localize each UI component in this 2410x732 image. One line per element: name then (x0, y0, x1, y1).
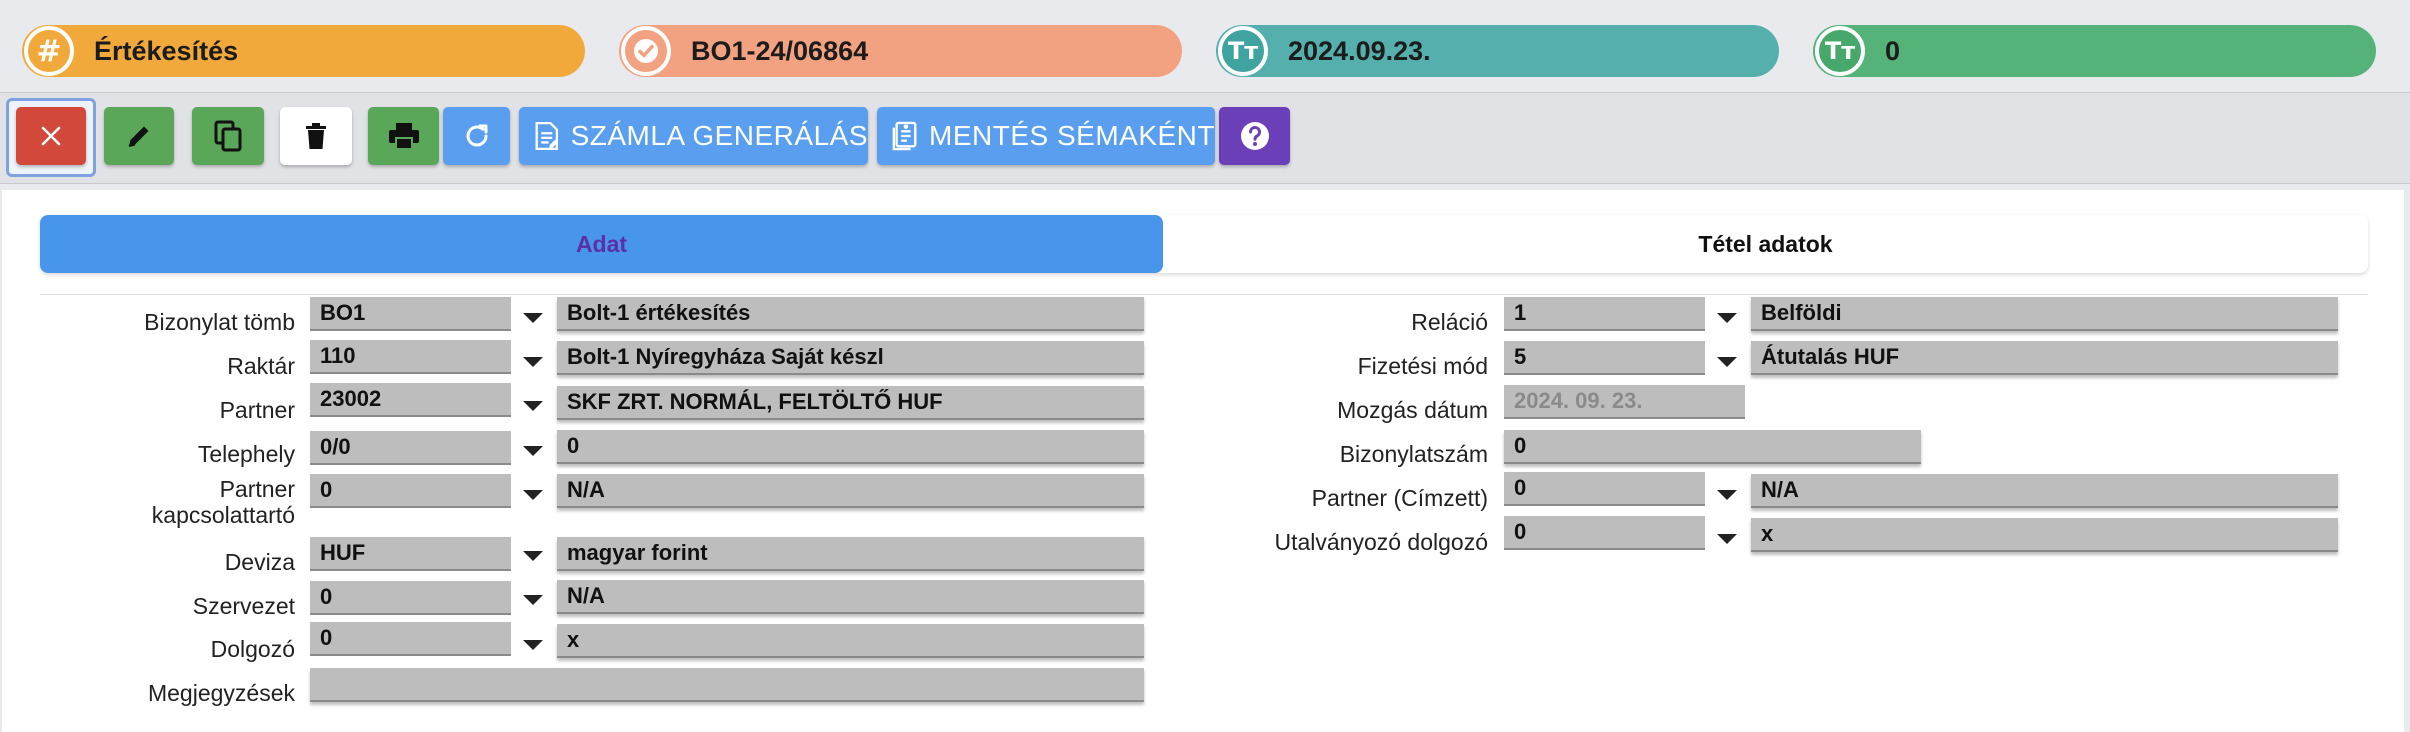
document-block-name: Bolt-1 értékesítés (557, 297, 1144, 331)
invoice-icon (535, 121, 559, 151)
date-value: 2024.09.23. (1288, 36, 1431, 66)
organization-name: N/A (557, 580, 1144, 614)
site-code[interactable]: 0/0 (310, 431, 511, 465)
label-currency: Deviza (224, 549, 295, 575)
close-icon (41, 126, 61, 146)
employee-name: x (557, 624, 1144, 658)
chevron-down-icon[interactable] (511, 345, 555, 379)
partner-recipient-code[interactable]: 0 (1504, 472, 1705, 506)
label-document-block: Bizonylat tömb (144, 309, 295, 335)
help-button[interactable] (1219, 107, 1290, 165)
type-value: Értékesítés (94, 36, 239, 66)
organization-code[interactable]: 0 (310, 581, 511, 615)
partner-contact-code[interactable]: 0 (310, 474, 511, 508)
toolbar: SZÁMLA GENERÁLÁS MENTÉS SÉMAKÉNT (0, 92, 2410, 184)
authorizing-employee-name: x (1751, 518, 2338, 552)
currency-code[interactable]: HUF (310, 537, 511, 571)
tab-data[interactable]: Adat (40, 215, 1163, 273)
help-icon (1240, 122, 1269, 150)
label-document-number: Bizonylatszám (1339, 441, 1488, 467)
save-as-template-label: MENTÉS SÉMAKÉNT (929, 120, 1215, 151)
text-icon: Tт (1815, 26, 1865, 76)
count-pill: Tт 0 (1813, 25, 2376, 77)
count-value: 0 (1885, 36, 1901, 66)
refresh-icon (466, 124, 487, 147)
chevron-down-icon[interactable] (511, 301, 555, 335)
check-badge-icon (621, 26, 671, 76)
partner-contact-name: N/A (557, 474, 1144, 508)
tab-bar: Adat Tétel adatok (40, 215, 2368, 273)
currency-name: magyar forint (557, 537, 1144, 571)
relation-name: Belföldi (1751, 297, 2338, 331)
refresh-button[interactable] (443, 107, 510, 165)
label-partner: Partner (219, 397, 295, 423)
partner-name: SKF ZRT. NORMÁL, FELTÖLTŐ HUF (557, 386, 1144, 420)
chevron-down-icon[interactable] (1705, 478, 1749, 512)
printer-icon (388, 123, 419, 150)
label-employee: Dolgozó (210, 636, 295, 662)
chevron-down-icon[interactable] (1705, 301, 1749, 335)
employee-code[interactable]: 0 (310, 622, 511, 656)
date-pill: Tт 2024.09.23. (1216, 25, 1779, 77)
document-pill: BO1-24/06864 (619, 25, 1182, 77)
copy-button[interactable] (192, 107, 264, 165)
site-name: 0 (557, 430, 1144, 464)
type-pill: # Értékesítés (22, 25, 585, 77)
divider (40, 294, 2368, 295)
warehouse-name: Bolt-1 Nyíregyháza Saját készl (557, 341, 1144, 375)
chevron-down-icon[interactable] (511, 583, 555, 617)
partner-code[interactable]: 23002 (310, 383, 511, 417)
warehouse-code[interactable]: 110 (310, 340, 511, 374)
label-organization: Szervezet (192, 593, 295, 619)
label-authorizing-employee: Utalványozó dolgozó (1274, 529, 1488, 555)
chevron-down-icon[interactable] (1705, 522, 1749, 556)
relation-code[interactable]: 1 (1504, 297, 1705, 331)
save-as-template-button[interactable]: MENTÉS SÉMAKÉNT (877, 107, 1215, 165)
chevron-down-icon[interactable] (511, 434, 555, 468)
chevron-down-icon[interactable] (1705, 345, 1749, 379)
partner-recipient-name: N/A (1751, 474, 2338, 508)
label-partner-recipient: Partner (Címzett) (1311, 485, 1488, 511)
label-site: Telephely (197, 441, 295, 467)
edit-button[interactable] (104, 107, 174, 165)
document-block-code[interactable]: BO1 (310, 297, 511, 331)
chevron-down-icon[interactable] (511, 389, 555, 423)
authorizing-employee-code[interactable]: 0 (1504, 516, 1705, 550)
payment-method-code[interactable]: 5 (1504, 341, 1705, 375)
delete-button[interactable] (280, 107, 352, 165)
tab-item-data[interactable]: Tétel adatok (1163, 215, 2368, 273)
chevron-down-icon[interactable] (511, 539, 555, 573)
text-icon: Tт (1218, 26, 1268, 76)
movement-date-field[interactable]: 2024. 09. 23. (1504, 385, 1745, 419)
pencil-icon (128, 126, 149, 147)
close-button[interactable] (16, 107, 86, 165)
label-relation: Reláció (1411, 309, 1488, 335)
document-number: BO1-24/06864 (691, 36, 869, 66)
print-button[interactable] (368, 107, 439, 165)
hash-icon: # (24, 26, 74, 76)
label-warehouse: Raktár (227, 353, 295, 379)
payment-method-name: Átutalás HUF (1751, 341, 2338, 375)
chevron-down-icon[interactable] (511, 478, 555, 512)
document-number-field[interactable]: 0 (1504, 430, 1921, 464)
generate-invoice-button[interactable]: SZÁMLA GENERÁLÁS (519, 107, 868, 165)
label-movement-date: Mozgás dátum (1337, 397, 1488, 423)
copy-icon (214, 120, 242, 152)
label-notes: Megjegyzések (147, 680, 295, 706)
trash-icon (306, 123, 326, 149)
label-payment-method: Fizetési mód (1357, 353, 1488, 379)
generate-invoice-label: SZÁMLA GENERÁLÁS (570, 120, 868, 151)
template-icon (892, 121, 917, 151)
chevron-down-icon[interactable] (511, 628, 555, 662)
notes-field[interactable] (310, 668, 1144, 702)
label-partner-contact: Partner kapcsolattartó (151, 476, 295, 528)
